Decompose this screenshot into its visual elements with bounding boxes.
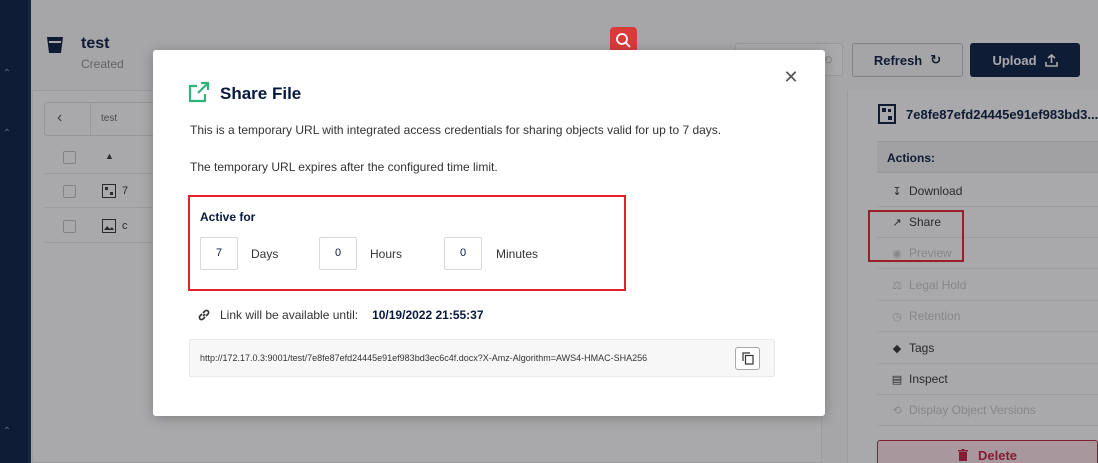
days-input[interactable]: 7: [200, 237, 238, 270]
modal-expiry-note: The temporary URL expires after the conf…: [190, 160, 498, 174]
share-file-modal: Share File ✕ This is a temporary URL wit…: [153, 50, 825, 416]
active-for-section: Active for 7 Days 0 Hours 0 Minutes: [188, 195, 626, 291]
copy-icon: [741, 352, 754, 365]
share-url-field[interactable]: http://172.17.0.3:9001/test/7e8fe87efd24…: [189, 339, 775, 377]
minutes-label: Minutes: [496, 247, 539, 261]
available-until-value: 10/19/2022 21:55:37: [372, 308, 484, 322]
modal-description: This is a temporary URL with integrated …: [190, 123, 722, 137]
share-url-text[interactable]: http://172.17.0.3:9001/test/7e8fe87efd24…: [200, 353, 736, 363]
link-icon: [198, 309, 210, 321]
minutes-input[interactable]: 0: [444, 237, 482, 270]
modal-title: Share File: [220, 84, 302, 103]
link-availability: Link will be available until: 10/19/2022…: [197, 307, 484, 323]
copy-button[interactable]: [735, 347, 760, 370]
search-icon: [616, 33, 631, 48]
hours-label: Hours: [370, 247, 403, 261]
share-icon: [188, 81, 210, 103]
days-label: Days: [251, 247, 279, 261]
available-until-label: Link will be available until:: [220, 308, 359, 322]
active-for-label: Active for: [200, 210, 256, 224]
close-icon[interactable]: ✕: [781, 67, 801, 87]
hours-input[interactable]: 0: [319, 237, 357, 270]
